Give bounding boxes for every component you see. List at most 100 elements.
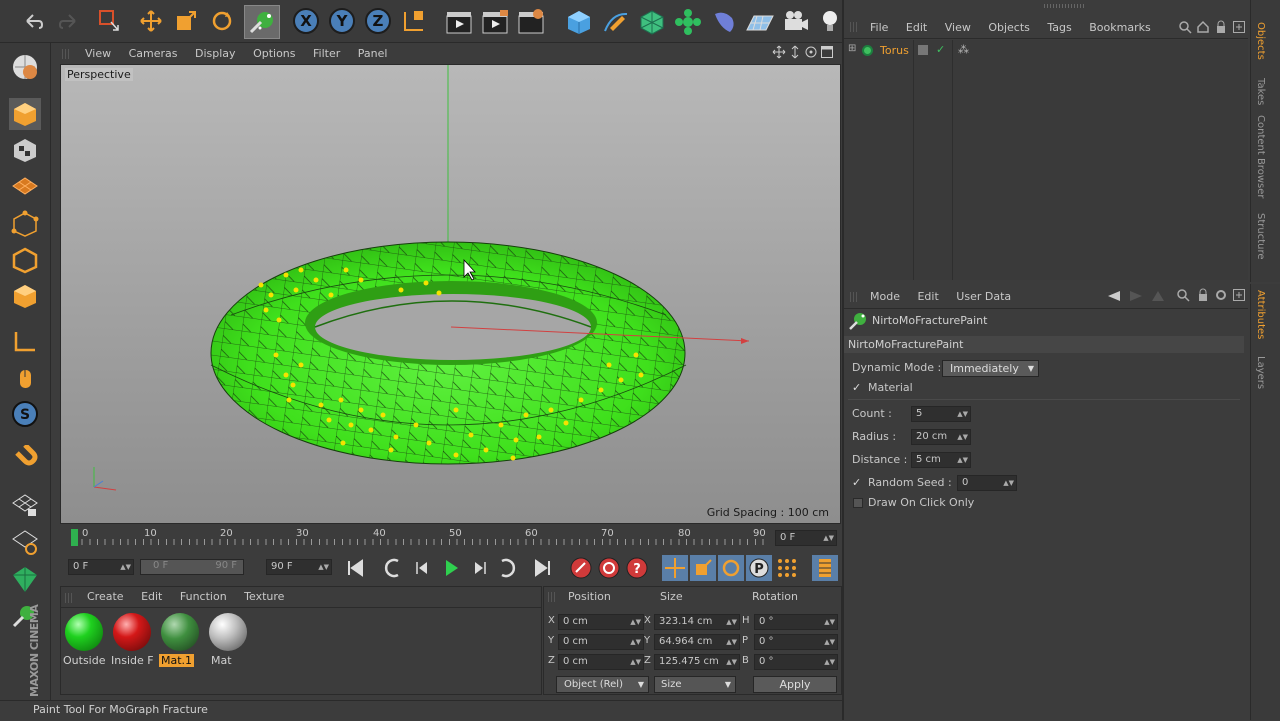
- model-mode-icon[interactable]: [9, 51, 41, 83]
- size-z-field[interactable]: 125.475 cm ▲▼: [654, 654, 740, 670]
- spin-arrows-icon[interactable]: ▲▼: [630, 655, 641, 669]
- key-point-level-icon[interactable]: [774, 555, 800, 581]
- spin-arrows-icon[interactable]: ▲▼: [824, 635, 835, 649]
- material-checkbox[interactable]: ✓: [852, 381, 861, 394]
- size-y-field[interactable]: 64.964 cm ▲▼: [654, 634, 740, 650]
- deformer-icon[interactable]: [708, 6, 740, 38]
- spin-arrows-icon[interactable]: ▲▼: [824, 615, 835, 629]
- rotation-h-field[interactable]: 0 ° ▲▼: [754, 614, 838, 630]
- record-active-objects-icon[interactable]: [568, 555, 594, 584]
- render-settings-icon[interactable]: [515, 6, 547, 38]
- timeline-playhead[interactable]: [71, 529, 78, 546]
- material-swatch[interactable]: Mat.1: [159, 611, 203, 667]
- spin-arrows-icon[interactable]: ▲▼: [726, 635, 737, 649]
- workplane-mode-icon[interactable]: [9, 170, 41, 202]
- sculpt-layout-icon[interactable]: [9, 563, 41, 595]
- material-menu-function[interactable]: Function: [180, 590, 227, 603]
- tab-attributes[interactable]: Attributes: [1255, 290, 1266, 339]
- object-menu-tags[interactable]: Tags: [1047, 21, 1071, 34]
- start-frame-field[interactable]: 0 F ▲▼: [68, 559, 134, 575]
- new-window-icon[interactable]: [1232, 20, 1246, 37]
- object-menu-file[interactable]: File: [870, 21, 888, 34]
- viewport-menu-options[interactable]: Options: [253, 47, 295, 60]
- spin-arrows-icon[interactable]: ▲▼: [1003, 476, 1014, 490]
- torus-object[interactable]: [210, 241, 687, 465]
- light-icon[interactable]: [815, 6, 845, 38]
- tab-takes[interactable]: Takes: [1255, 78, 1266, 105]
- object-name[interactable]: Torus: [880, 44, 909, 57]
- forward-arrow-icon[interactable]: [1128, 290, 1144, 305]
- dynamic-mode-select[interactable]: Immediately ▼: [942, 360, 1039, 377]
- rotation-p-field[interactable]: 0 ° ▲▼: [754, 634, 838, 650]
- material-menu-edit[interactable]: Edit: [141, 590, 162, 603]
- redo-icon[interactable]: [55, 7, 83, 35]
- polygons-mode-icon[interactable]: [9, 280, 41, 312]
- prev-key-icon[interactable]: [380, 556, 406, 583]
- paint-tool-icon[interactable]: [244, 5, 280, 39]
- end-frame-field[interactable]: 90 F ▲▼: [266, 559, 332, 575]
- keyframe-selection-icon[interactable]: ?: [624, 555, 650, 584]
- panel-grip[interactable]: [1044, 4, 1084, 8]
- viewport-menu-panel[interactable]: Panel: [358, 47, 388, 60]
- viewport-maximize-icon[interactable]: [820, 45, 834, 62]
- material-menu-texture[interactable]: Texture: [244, 590, 284, 603]
- apply-button[interactable]: Apply: [753, 676, 837, 693]
- settings-icon[interactable]: [1214, 288, 1228, 305]
- spin-arrows-icon[interactable]: ▲▼: [630, 615, 641, 629]
- viewport-menu-display[interactable]: Display: [195, 47, 236, 60]
- x-axis-lock-icon[interactable]: X: [292, 7, 320, 35]
- z-axis-lock-icon[interactable]: Z: [364, 7, 392, 35]
- workplane-lock-icon[interactable]: [9, 489, 41, 521]
- tab-layers[interactable]: Layers: [1255, 356, 1266, 389]
- move-tool-icon[interactable]: [137, 7, 165, 35]
- position-y-field[interactable]: 0 cm ▲▼: [558, 634, 644, 650]
- key-parameter-icon[interactable]: P: [746, 555, 772, 581]
- attributes-menu-edit[interactable]: Edit: [917, 290, 938, 303]
- goto-start-icon[interactable]: [342, 556, 368, 583]
- fracture-tag-icon[interactable]: ⁂: [958, 43, 969, 56]
- rotation-b-field[interactable]: 0 ° ▲▼: [754, 654, 838, 670]
- viewport-menu-filter[interactable]: Filter: [313, 47, 340, 60]
- object-mode-icon[interactable]: [9, 98, 41, 130]
- spin-arrows-icon[interactable]: ▲▼: [630, 635, 641, 649]
- panel-grip[interactable]: [850, 22, 858, 32]
- object-menu-view[interactable]: View: [945, 21, 971, 34]
- spin-arrows-icon[interactable]: ▲▼: [823, 531, 834, 545]
- viewport-menu-cameras[interactable]: Cameras: [129, 47, 178, 60]
- search-icon[interactable]: [1178, 20, 1192, 37]
- random-seed-field[interactable]: 0 ▲▼: [957, 475, 1017, 491]
- spin-arrows-icon[interactable]: ▲▼: [957, 430, 968, 444]
- workplane-rotate-icon[interactable]: [9, 525, 41, 557]
- snap-icon[interactable]: S: [9, 398, 41, 430]
- undo-icon[interactable]: [19, 7, 47, 35]
- object-menu-objects[interactable]: Objects: [988, 21, 1030, 34]
- camera-icon[interactable]: [780, 6, 812, 38]
- enabled-check-icon[interactable]: ✓: [936, 43, 945, 56]
- lock-icon[interactable]: [1214, 20, 1228, 37]
- visibility-toggle-icon[interactable]: [918, 45, 928, 55]
- distance-field[interactable]: 5 cm ▲▼: [911, 452, 971, 468]
- spin-arrows-icon[interactable]: ▲▼: [824, 655, 835, 669]
- viewport-3d[interactable]: Perspective Grid Spacing: 100 cm: [60, 64, 841, 524]
- back-arrow-icon[interactable]: [1106, 290, 1122, 305]
- home-icon[interactable]: [1196, 20, 1210, 37]
- key-scale-icon[interactable]: [690, 555, 716, 581]
- points-mode-icon[interactable]: [9, 208, 41, 240]
- material-menu-create[interactable]: Create: [87, 590, 124, 603]
- subdivision-surface-icon[interactable]: [636, 6, 668, 38]
- draw-on-click-checkbox[interactable]: [853, 498, 863, 508]
- spin-arrows-icon[interactable]: ▲▼: [726, 655, 737, 669]
- next-frame-icon[interactable]: [466, 556, 492, 583]
- pen-spline-icon[interactable]: [600, 6, 632, 38]
- position-z-field[interactable]: 0 cm ▲▼: [558, 654, 644, 670]
- panel-grip[interactable]: [548, 592, 556, 602]
- material-swatch[interactable]: Mat: [207, 611, 251, 667]
- radius-field[interactable]: 20 cm ▲▼: [911, 429, 971, 445]
- play-icon[interactable]: [438, 556, 464, 583]
- autokeying-icon[interactable]: [596, 555, 622, 584]
- rotate-tool-icon[interactable]: [208, 7, 236, 35]
- key-rotation-icon[interactable]: [718, 555, 744, 581]
- spin-arrows-icon[interactable]: ▲▼: [726, 615, 737, 629]
- edges-mode-icon[interactable]: [9, 244, 41, 276]
- size-mode-select[interactable]: Size ▼: [654, 676, 736, 693]
